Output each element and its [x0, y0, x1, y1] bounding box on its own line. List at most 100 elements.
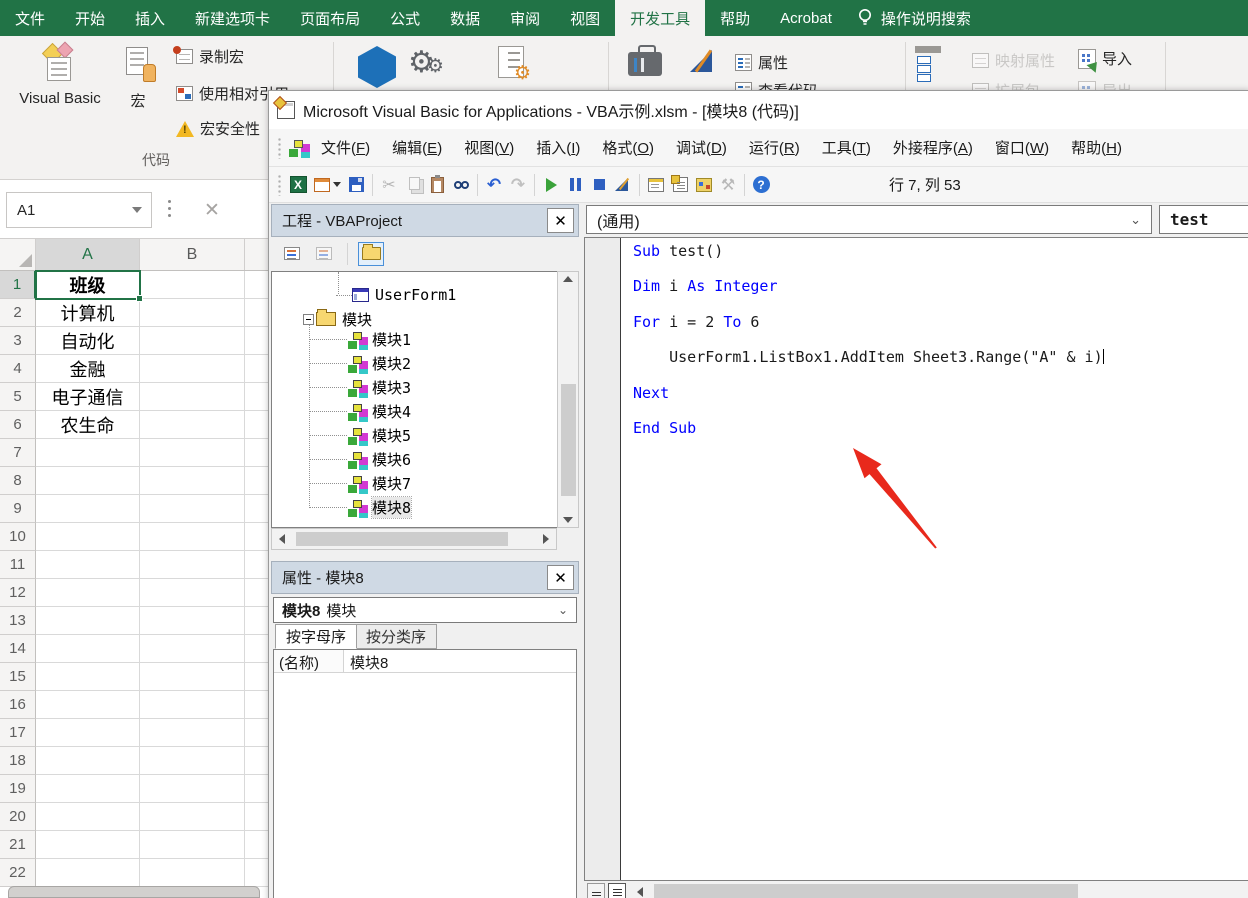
ribbon-tab-Acrobat[interactable]: Acrobat [765, 0, 847, 36]
tree-item-模块6[interactable]: 模块6 [309, 447, 411, 471]
cell-B14[interactable] [140, 635, 245, 663]
cell-C19[interactable] [245, 775, 268, 803]
menu-A[interactable]: 外接程序(A) [882, 132, 984, 163]
property-row[interactable]: (名称) 模块8 [274, 650, 576, 673]
cell-A22[interactable] [36, 859, 140, 887]
cell-B21[interactable] [140, 831, 245, 859]
ribbon-tab-页面布局[interactable]: 页面布局 [285, 0, 375, 36]
ribbon-tab-帮助[interactable]: 帮助 [705, 0, 765, 36]
insert-userform-button[interactable] [310, 172, 344, 198]
menu-H[interactable]: 帮助(H) [1060, 132, 1133, 163]
cell-C1[interactable] [245, 271, 268, 299]
cell-C16[interactable] [245, 691, 268, 719]
find-button[interactable] [449, 172, 473, 198]
cell-C20[interactable] [245, 803, 268, 831]
cell-B17[interactable] [140, 719, 245, 747]
cell-A9[interactable] [36, 495, 140, 523]
cell-A8[interactable] [36, 467, 140, 495]
cell-A6[interactable]: 农生命 [36, 411, 140, 439]
code-editor[interactable]: Sub test()Dim i As IntegerFor i = 2 To 6… [584, 237, 1248, 881]
cell-B5[interactable] [140, 383, 245, 411]
formula-bar-grip[interactable] [168, 200, 171, 220]
cell-B6[interactable] [140, 411, 245, 439]
row-header-8[interactable]: 8 [0, 467, 36, 495]
redo-button[interactable]: ↷ [506, 172, 530, 198]
menu-E[interactable]: 编辑(E) [381, 132, 453, 163]
toolbox-button[interactable]: ⚒ [716, 172, 740, 198]
row-header-10[interactable]: 10 [0, 523, 36, 551]
ribbon-tab-视图[interactable]: 视图 [555, 0, 615, 36]
excel-addins-button[interactable]: ⚙⚙ [408, 48, 444, 78]
ribbon-tab-开始[interactable]: 开始 [60, 0, 120, 36]
view-excel-button[interactable]: X [286, 172, 310, 198]
ribbon-tab-数据[interactable]: 数据 [435, 0, 495, 36]
import-button[interactable]: 导入 [1078, 48, 1132, 69]
ribbon-tab-新建选项卡[interactable]: 新建选项卡 [180, 0, 285, 36]
cell-A4[interactable]: 金融 [36, 355, 140, 383]
cell-A12[interactable] [36, 579, 140, 607]
cell-C10[interactable] [245, 523, 268, 551]
ribbon-tab-文件[interactable]: 文件 [0, 0, 60, 36]
cell-B18[interactable] [140, 747, 245, 775]
cell-C9[interactable] [245, 495, 268, 523]
save-button[interactable] [344, 172, 368, 198]
insert-controls-button[interactable] [628, 44, 662, 76]
row-header-22[interactable]: 22 [0, 859, 36, 887]
cell-B1[interactable] [140, 271, 245, 299]
cell-A13[interactable] [36, 607, 140, 635]
copy-button[interactable] [401, 172, 425, 198]
object-browser-button[interactable] [692, 172, 716, 198]
reset-button[interactable] [587, 172, 611, 198]
menu-W[interactable]: 窗口(W) [984, 132, 1060, 163]
project-panel-header[interactable]: 工程 - VBAProject ✕ [271, 204, 579, 237]
cell-A14[interactable] [36, 635, 140, 663]
cell-B15[interactable] [140, 663, 245, 691]
cell-B12[interactable] [140, 579, 245, 607]
cell-B19[interactable] [140, 775, 245, 803]
menu-T[interactable]: 工具(T) [811, 132, 882, 163]
cell-C18[interactable] [245, 747, 268, 775]
tree-item-模块2[interactable]: 模块2 [309, 351, 411, 375]
map-properties-button[interactable]: 映射属性 [972, 50, 1055, 71]
cell-B10[interactable] [140, 523, 245, 551]
menu-O[interactable]: 格式(O) [591, 132, 665, 163]
ribbon-tab-审阅[interactable]: 审阅 [495, 0, 555, 36]
cell-B9[interactable] [140, 495, 245, 523]
row-header-13[interactable]: 13 [0, 607, 36, 635]
row-header-4[interactable]: 4 [0, 355, 36, 383]
row-header-19[interactable]: 19 [0, 775, 36, 803]
cut-button[interactable]: ✂ [377, 172, 401, 198]
cell-B3[interactable] [140, 327, 245, 355]
ribbon-tab-插入[interactable]: 插入 [120, 0, 180, 36]
cell-A20[interactable] [36, 803, 140, 831]
cell-B2[interactable] [140, 299, 245, 327]
select-all-corner[interactable] [0, 239, 36, 270]
row-header-16[interactable]: 16 [0, 691, 36, 719]
cell-A15[interactable] [36, 663, 140, 691]
cell-C3[interactable] [245, 327, 268, 355]
cell-C12[interactable] [245, 579, 268, 607]
vba-titlebar[interactable]: Microsoft Visual Basic for Applications … [269, 91, 1248, 129]
scrollbar-thumb[interactable] [296, 532, 508, 546]
cell-C6[interactable] [245, 411, 268, 439]
row-header-21[interactable]: 21 [0, 831, 36, 859]
row-header-3[interactable]: 3 [0, 327, 36, 355]
tree-item-UserForm1[interactable]: UserForm1 [336, 283, 456, 307]
break-button[interactable] [563, 172, 587, 198]
undo-button[interactable]: ↶ [482, 172, 506, 198]
toggle-folders-button[interactable] [358, 242, 384, 266]
properties-close-button[interactable]: ✕ [547, 565, 574, 590]
column-header-c[interactable] [245, 239, 267, 270]
cell-C4[interactable] [245, 355, 268, 383]
tree-item-模块4[interactable]: 模块4 [309, 399, 411, 423]
row-header-18[interactable]: 18 [0, 747, 36, 775]
sheet-scrollbar[interactable] [8, 886, 260, 898]
full-module-view-button[interactable] [608, 883, 626, 898]
design-mode-toggle[interactable] [611, 172, 635, 198]
row-header-7[interactable]: 7 [0, 439, 36, 467]
cell-B8[interactable] [140, 467, 245, 495]
cell-B20[interactable] [140, 803, 245, 831]
cell-C17[interactable] [245, 719, 268, 747]
scroll-up-icon[interactable] [558, 276, 578, 282]
procedure-dropdown[interactable]: test [1159, 205, 1248, 234]
